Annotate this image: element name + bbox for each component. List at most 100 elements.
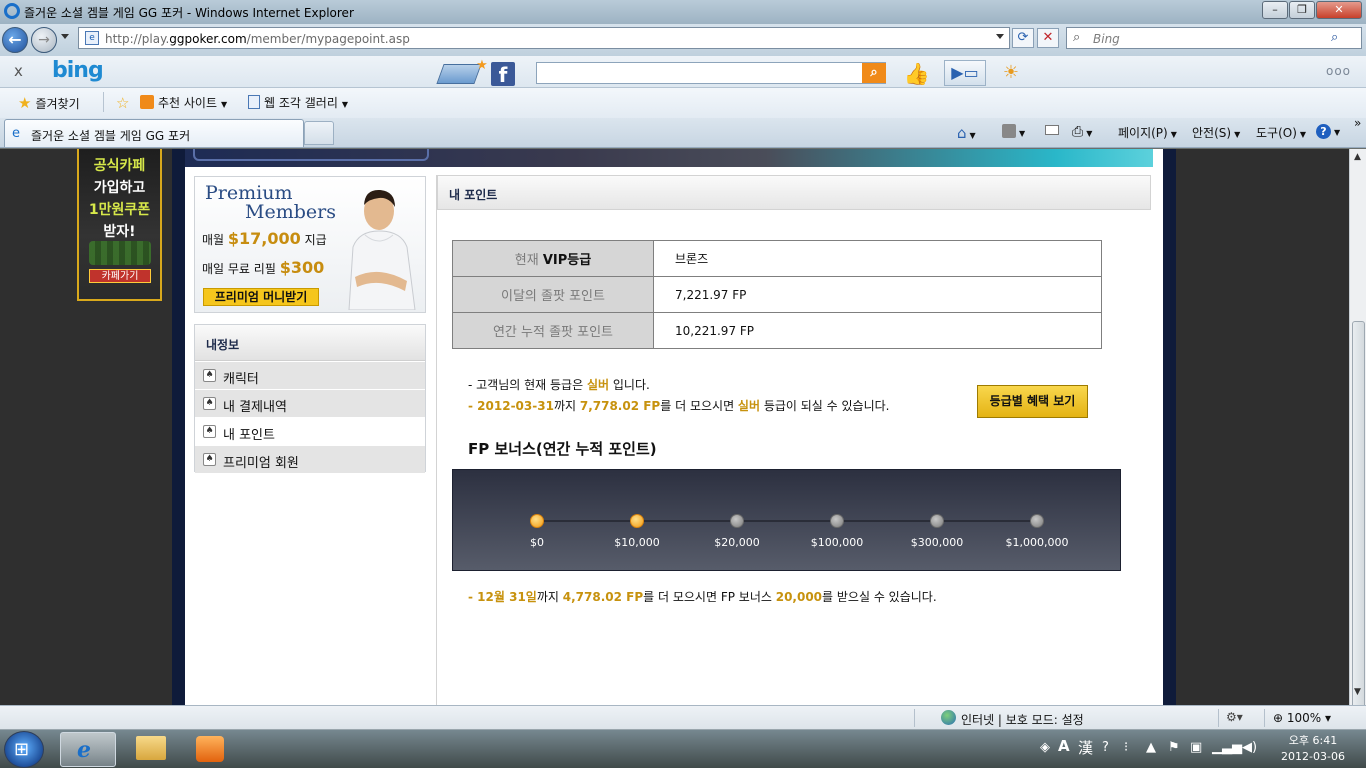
feeds-button[interactable]: ▼ (1002, 124, 1025, 139)
back-button[interactable]: ← (2, 27, 28, 53)
vertical-scrollbar[interactable]: ▲ ▼ (1349, 149, 1366, 709)
cafe-banner-line3: 1만원쿠폰 (88, 202, 151, 218)
cafe-banner-line4: 받자! (103, 224, 136, 240)
mail-icon[interactable]: ★ (436, 58, 488, 84)
page-icon: e (85, 31, 99, 45)
status-bar: 인터넷 | 보호 모드: 설정 ⚙▾ ⊕ 100% ▾ (0, 705, 1366, 729)
ime-help-icon[interactable]: ? (1102, 740, 1109, 755)
start-button[interactable]: ⊞ (4, 731, 44, 768)
scroll-thumb[interactable] (1352, 321, 1365, 709)
toolbar-close-button[interactable]: x (14, 62, 23, 80)
clock[interactable]: 오후 6:41 2012-03-06 (1268, 733, 1358, 765)
maximize-button[interactable]: ❐ (1289, 1, 1315, 19)
menu-item-payment-history[interactable]: ♠ 내 결제내역 (195, 389, 425, 417)
bing-logo[interactable]: bing (52, 58, 104, 83)
network-signal-icon[interactable]: ▁▃▅ (1212, 740, 1242, 755)
ime-hanja-icon[interactable]: 漢 (1078, 737, 1093, 758)
spade-icon: ♠ (203, 397, 216, 410)
search-go-icon[interactable]: ⌕ (1331, 30, 1338, 45)
page-menu[interactable]: 페이지(P) ▼ (1118, 124, 1177, 141)
menu-item-premium-member[interactable]: ♠ 프리미엄 회원 (195, 445, 425, 473)
table-row: 이달의 졸팟 포인트 7,221.97 FP (452, 276, 1102, 313)
progress-milestone-label: $1,000,000 (1005, 536, 1069, 549)
progress-milestone-label: $0 (530, 536, 544, 549)
members-title: Members (245, 201, 336, 223)
like-icon[interactable]: 👍 (902, 62, 932, 86)
weather-icon[interactable]: ☀ (996, 62, 1026, 86)
zoom-level[interactable]: ⊕ 100% ▾ (1273, 711, 1331, 725)
star-icon: ★ (18, 94, 32, 112)
stop-button[interactable]: ✕ (1037, 28, 1059, 48)
safety-menu[interactable]: 안전(S) ▼ (1192, 124, 1240, 141)
taskbar-media-player-button[interactable] (182, 732, 238, 767)
page-viewport: 공식카페 가입하고 1만원쿠폰 받자! 카페가기 Premium Members… (0, 149, 1349, 705)
home-button[interactable]: ⌂ ▼ (957, 124, 976, 142)
taskbar-ie-button[interactable]: e (60, 732, 116, 767)
security-zone-text[interactable]: 인터넷 | 보호 모드: 설정 (961, 711, 1084, 728)
recent-pages-dropdown-icon[interactable] (61, 34, 69, 39)
toolbar-more-button[interactable]: ooo (1326, 64, 1351, 78)
divider (1218, 709, 1219, 727)
tools-menu[interactable]: 도구(O) ▼ (1256, 124, 1306, 141)
fp-bonus-note: - 12월 31일까지 4,778.02 FP를 더 모으시면 FP 보너스 2… (468, 590, 937, 604)
read-mail-button[interactable] (1045, 124, 1059, 138)
suggested-sites-button[interactable]: 추천 사이트 ▼ (140, 94, 227, 111)
media-player-icon (196, 736, 224, 762)
refresh-button[interactable]: ⟳ (1012, 28, 1034, 48)
header-banner (185, 149, 1153, 167)
my-info-menu: 내정보 ♠ 캐릭터 ♠ 내 결제내역 ♠ 내 포인트 ♠ 프리미엄 회원 (194, 324, 426, 473)
taskbar-explorer-button[interactable] (122, 732, 178, 767)
mail-read-icon (1045, 125, 1059, 135)
favorites-bar: ★ 즐겨찾기 ☆ 추천 사이트 ▼ 웹 조각 갤러리 ▼ (0, 88, 1366, 118)
favorites-button[interactable]: ★ 즐겨찾기 (18, 94, 80, 112)
bing-search-button[interactable]: ⌕ (862, 63, 886, 83)
close-window-button[interactable]: ✕ (1316, 1, 1362, 19)
show-hidden-icons-icon[interactable]: ▲ (1146, 740, 1156, 755)
video-icon[interactable]: ▶▭ (944, 60, 986, 86)
compat-view-icon[interactable]: ⚙▾ (1226, 710, 1243, 724)
clock-time: 오후 6:41 (1288, 734, 1338, 747)
add-to-favorites-button[interactable]: ☆ (116, 94, 133, 112)
divider (103, 92, 104, 112)
search-box[interactable]: ⌕ Bing ⌕ (1066, 27, 1362, 49)
table-row: 연간 누적 졸팟 포인트 10,221.97 FP (452, 312, 1102, 349)
get-premium-money-button[interactable]: 프리미엄 머니받기 (203, 288, 319, 306)
chevron-more-icon[interactable]: » (1354, 116, 1361, 130)
new-tab-button[interactable] (304, 121, 334, 145)
ime-settings-icon[interactable]: ⁝ (1124, 740, 1128, 755)
monthly-offer: 매월 $17,000 지급 (202, 229, 327, 248)
vip-grade-value: 브론즈 (653, 240, 1102, 277)
progress-milestone-dot (1030, 514, 1044, 528)
print-button[interactable]: ⎙ ▼ (1072, 124, 1092, 140)
cafe-banner[interactable]: 공식카페 가입하고 1만원쿠폰 받자! 카페가기 (77, 149, 162, 301)
zoom-icon: ⊕ (1273, 711, 1287, 725)
menu-item-my-points[interactable]: ♠ 내 포인트 (195, 417, 425, 445)
ime-a-icon[interactable]: A (1058, 737, 1070, 755)
action-center-flag-icon[interactable]: ⚑ (1168, 740, 1180, 755)
facebook-icon[interactable]: f (491, 62, 515, 87)
tab-title: 즐거운 소셜 겜블 게임 GG 포커 (31, 129, 191, 143)
printer-icon: ⎙ (1072, 124, 1084, 140)
volume-icon[interactable]: ◀) (1242, 740, 1257, 755)
web-slice-gallery-button[interactable]: 웹 조각 갤러리 ▼ (248, 94, 348, 111)
scroll-down-icon[interactable]: ▼ (1354, 687, 1361, 697)
progress-track (537, 520, 1039, 522)
address-dropdown-icon[interactable] (996, 34, 1004, 39)
help-menu[interactable]: ? ▼ (1316, 124, 1340, 139)
menu-item-character[interactable]: ♠ 캐릭터 (195, 361, 425, 389)
scroll-up-icon[interactable]: ▲ (1354, 152, 1361, 162)
premium-members-banner[interactable]: Premium Members 매월 $17,000 지급 매일 무료 리필 $… (194, 176, 426, 313)
windows-taskbar: ⊞ e ◈ A 漢 ? ⁝ ▲ ⚑ ▣ ▁▃▅ ◀) 오후 6:41 2012-… (0, 729, 1366, 768)
device-icon[interactable]: ▣ (1190, 740, 1202, 755)
network-shield-icon[interactable]: ◈ (1040, 740, 1050, 755)
address-bar[interactable]: e http://play.ggpoker.com/member/mypagep… (78, 27, 1010, 49)
cafe-go-button[interactable]: 카페가기 (89, 269, 151, 283)
minimize-button[interactable]: – (1262, 1, 1288, 19)
view-tier-benefits-button[interactable]: 등급별 혜택 보기 (977, 385, 1088, 418)
model-photo (348, 189, 416, 310)
forward-button[interactable]: → (31, 27, 57, 53)
content-header: 내 포인트 (437, 175, 1151, 210)
tab-active[interactable]: e 즐거운 소셜 겜블 게임 GG 포커 (4, 119, 304, 147)
bing-search-input[interactable] (536, 62, 886, 84)
url-text[interactable]: http://play.ggpoker.com/member/mypagepoi… (105, 32, 410, 46)
